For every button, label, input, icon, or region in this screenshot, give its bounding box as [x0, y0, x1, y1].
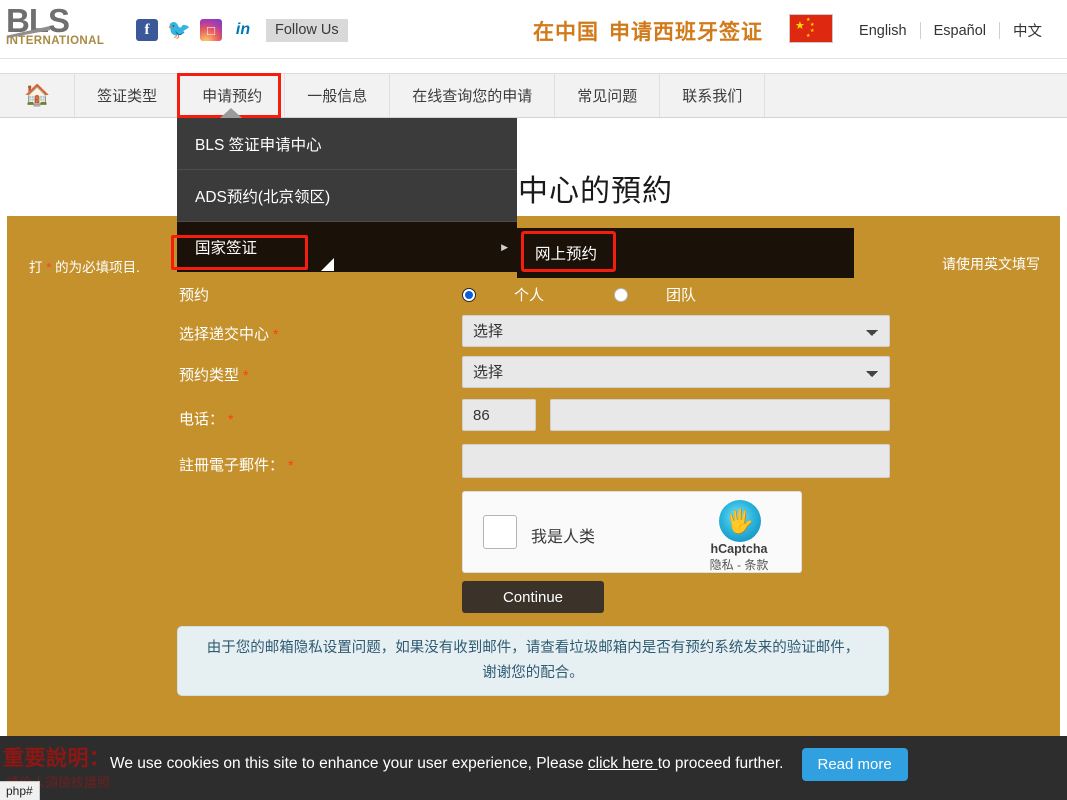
required-note-suffix: 的为必填项目. — [55, 260, 140, 275]
lang-english[interactable]: English — [846, 23, 920, 39]
label-email: 註冊電子郵件： * — [179, 454, 293, 475]
tagline-part-2: 申请西班牙签证 — [609, 21, 763, 44]
required-marker-phone: * — [228, 411, 234, 427]
language-switcher: English Español 中文 — [846, 20, 1055, 41]
logo-sub-text: INTERNATIONAL — [6, 35, 105, 47]
dropdown-item-bls-center[interactable]: BLS 签证申请中心 — [177, 118, 517, 170]
hcaptcha-terms[interactable]: 隐私 - 条款 — [691, 556, 787, 573]
china-flag-icon: ★ ★ ★ ★ ★ — [789, 14, 833, 43]
cookie-message: We use cookies on this site to enhance y… — [110, 755, 784, 773]
dropdown-item-national-visa-label: 国家签证 — [195, 240, 258, 257]
required-fields-note: 打 * 的为必填项目. — [29, 256, 140, 276]
cookie-text-before: We use cookies on this site to enhance y… — [110, 755, 588, 772]
hcaptcha-widget: 我是人类 🖐 hCaptcha 隐私 - 条款 — [462, 491, 802, 573]
bls-logo[interactable]: BLS INTERNATIONAL — [6, 4, 111, 52]
hcaptcha-brand: hCaptcha — [710, 542, 768, 556]
label-phone-text: 电话： — [179, 411, 225, 428]
required-note-prefix: 打 — [29, 260, 43, 275]
page-root: BLS INTERNATIONAL f 🐦 □ in Follow Us 在中国… — [0, 0, 1067, 800]
site-tagline: 在中国 申请西班牙签证 — [533, 16, 763, 46]
appointment-dropdown-menu: BLS 签证申请中心 ADS预约(北京领区) 国家签证 ▶ — [177, 118, 517, 272]
nav-item-track-application[interactable]: 在线查询您的申请 — [390, 74, 556, 117]
twitter-icon[interactable]: 🐦 — [167, 19, 191, 41]
social-links: f 🐦 □ in Follow Us — [136, 18, 348, 42]
home-icon[interactable]: 🏠 — [0, 74, 76, 117]
radio-individual-label: 个人 — [514, 287, 545, 304]
page-title: 簽證申請中心的預約 — [394, 175, 673, 208]
hand-icon: 🖐 — [719, 500, 761, 542]
instagram-icon[interactable]: □ — [200, 19, 222, 41]
required-marker-email: * — [288, 457, 294, 473]
dropdown-item-national-visa[interactable]: 国家签证 ▶ — [177, 222, 517, 272]
chevron-right-icon: ▶ — [501, 242, 508, 252]
email-input[interactable] — [462, 444, 890, 478]
follow-us-label[interactable]: Follow Us — [266, 18, 348, 42]
cookie-click-here-link[interactable]: click here — [588, 755, 658, 772]
continue-button[interactable]: Continue — [462, 581, 604, 613]
lang-chinese[interactable]: 中文 — [1000, 20, 1055, 41]
dropdown-item-ads-beijing[interactable]: ADS预约(北京领区) — [177, 170, 517, 222]
browser-status-bar: php# — [0, 781, 40, 800]
nav-item-faq[interactable]: 常见问题 — [555, 74, 661, 117]
lang-espanol[interactable]: Español — [921, 23, 999, 39]
radio-group-appointment-for: 个人 团队 — [462, 284, 696, 305]
hcaptcha-label: 我是人类 — [531, 529, 596, 546]
label-submission-center-text: 选择递交中心 — [179, 326, 270, 343]
label-phone: 电话： * — [179, 408, 233, 429]
cookie-text-after: to proceed further. — [657, 755, 784, 772]
facebook-icon[interactable]: f — [136, 19, 158, 41]
important-note-heading: 重要說明： — [3, 747, 111, 770]
english-fill-note: 请使用英文填写 — [942, 256, 1040, 272]
tagline-part-1: 在中国 — [533, 21, 599, 44]
required-marker-center: * — [273, 326, 279, 342]
submission-center-select[interactable]: 选择 — [462, 315, 890, 347]
nav-item-contact-us[interactable]: 联系我们 — [660, 74, 766, 117]
main-navigation: 🏠 签证类型 申请预约 一般信息 在线查询您的申请 常见问题 联系我们 — [0, 73, 1067, 118]
label-appointment-type: 预约类型 * — [179, 364, 248, 385]
label-appointment-type-text: 预约类型 — [179, 367, 240, 384]
required-marker-type: * — [243, 367, 249, 383]
radio-group[interactable] — [614, 287, 629, 302]
phone-country-code-input[interactable] — [462, 399, 536, 431]
national-visa-submenu: 网上预约 — [517, 228, 854, 278]
label-appointment: 预约 — [179, 287, 210, 304]
email-info-notice: 由于您的邮箱隐私设置问题，如果没有收到邮件，请查看垃圾邮箱内是否有预约系统发来的… — [177, 626, 889, 696]
menu-caret-icon — [220, 108, 242, 118]
label-submission-center: 选择递交中心 * — [179, 323, 278, 344]
radio-group-label: 团队 — [666, 287, 697, 304]
phone-number-input[interactable] — [550, 399, 890, 431]
nav-item-visa-types[interactable]: 签证类型 — [75, 74, 181, 117]
read-more-button[interactable]: Read more — [801, 747, 908, 781]
radio-individual[interactable] — [462, 287, 476, 302]
resize-corner-icon — [321, 258, 334, 271]
appointment-type-select[interactable]: 选择 — [462, 356, 890, 388]
linkedin-icon[interactable]: in — [232, 19, 254, 41]
submenu-item-online-appointment[interactable]: 网上预约 — [517, 228, 854, 278]
hcaptcha-checkbox[interactable] — [483, 515, 517, 549]
nav-item-general-info[interactable]: 一般信息 — [285, 74, 391, 117]
logo-main-text: BLS — [6, 2, 70, 39]
label-email-text: 註冊電子郵件： — [179, 457, 285, 474]
required-note-star: * — [46, 260, 52, 275]
site-header: BLS INTERNATIONAL f 🐦 □ in Follow Us 在中国… — [0, 0, 1067, 59]
cookie-consent-bar: We use cookies on this site to enhance y… — [110, 740, 1067, 788]
